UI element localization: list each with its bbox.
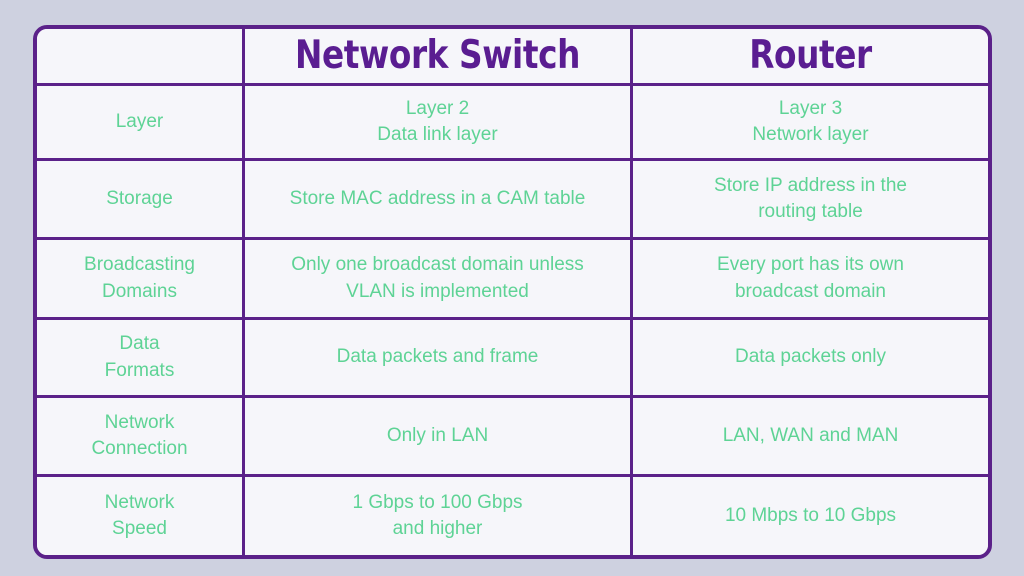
- cell-switch-layer: Layer 2 Data link layer: [245, 86, 633, 161]
- cell-router-storage: Store IP address in the routing table: [633, 161, 988, 240]
- cell-router-network-connection: LAN, WAN and MAN: [633, 398, 988, 477]
- cell-text: Network Speed: [104, 491, 175, 539]
- cell-router-network-speed: 10 Mbps to 10 Gbps: [633, 477, 988, 555]
- table-row: Broadcasting Domains Only one broadcast …: [37, 240, 988, 320]
- header-label-network-switch: Network Switch: [294, 32, 581, 78]
- cell-text: LAN, WAN and MAN: [722, 424, 899, 446]
- cell-text: Every port has its own broadcast domain: [717, 254, 904, 302]
- cell-router-data-formats: Data packets only: [633, 320, 988, 398]
- header-row: Network Switch Router: [37, 29, 988, 86]
- cell-text: Data packets and frame: [336, 346, 539, 368]
- cell-text: 1 Gbps to 100 Gbps and higher: [352, 491, 523, 539]
- row-label-broadcasting-domains: Broadcasting Domains: [37, 240, 245, 320]
- comparison-table: Network Switch Router Layer Layer 2 Data…: [33, 25, 992, 559]
- cell-text: Broadcasting Domains: [84, 254, 195, 302]
- cell-switch-network-connection: Only in LAN: [245, 398, 633, 477]
- table-row: Network Speed 1 Gbps to 100 Gbps and hig…: [37, 477, 988, 555]
- cell-switch-storage: Store MAC address in a CAM table: [245, 161, 633, 240]
- row-label-network-connection: Network Connection: [37, 398, 245, 477]
- table-row: Layer Layer 2 Data link layer Layer 3 Ne…: [37, 86, 988, 161]
- cell-text: Data Formats: [104, 333, 175, 381]
- cell-router-layer: Layer 3 Network layer: [633, 86, 988, 161]
- cell-text: Storage: [106, 187, 173, 209]
- row-label-network-speed: Network Speed: [37, 477, 245, 555]
- cell-text: Layer 2 Data link layer: [377, 97, 498, 145]
- cell-switch-data-formats: Data packets and frame: [245, 320, 633, 398]
- comparison-table-container: Network Switch Router Layer Layer 2 Data…: [33, 25, 992, 559]
- table-body: Layer Layer 2 Data link layer Layer 3 Ne…: [37, 86, 988, 555]
- header-cell-network-switch: Network Switch: [245, 29, 633, 86]
- cell-text: Layer: [115, 110, 164, 132]
- header-cell-router: Router: [633, 29, 988, 86]
- cell-text: Network Connection: [91, 411, 188, 459]
- cell-text: Only in LAN: [386, 424, 489, 446]
- cell-text: Only one broadcast domain unless VLAN is…: [291, 254, 584, 302]
- row-label-layer: Layer: [37, 86, 245, 161]
- table-row: Storage Store MAC address in a CAM table…: [37, 161, 988, 240]
- cell-text: Layer 3 Network layer: [752, 97, 869, 145]
- row-label-data-formats: Data Formats: [37, 320, 245, 398]
- table-header: Network Switch Router: [37, 29, 988, 86]
- cell-text: Store IP address in the routing table: [714, 174, 907, 222]
- header-cell-blank: [37, 29, 245, 86]
- row-label-storage: Storage: [37, 161, 245, 240]
- cell-text: Store MAC address in a CAM table: [289, 187, 586, 209]
- cell-text: Data packets only: [734, 346, 887, 368]
- table-row: Network Connection Only in LAN LAN, WAN …: [37, 398, 988, 477]
- table-row: Data Formats Data packets and frame Data…: [37, 320, 988, 398]
- cell-switch-network-speed: 1 Gbps to 100 Gbps and higher: [245, 477, 633, 555]
- cell-text: 10 Mbps to 10 Gbps: [724, 504, 897, 526]
- cell-router-broadcasting-domains: Every port has its own broadcast domain: [633, 240, 988, 320]
- cell-switch-broadcasting-domains: Only one broadcast domain unless VLAN is…: [245, 240, 633, 320]
- header-label-router: Router: [749, 32, 872, 78]
